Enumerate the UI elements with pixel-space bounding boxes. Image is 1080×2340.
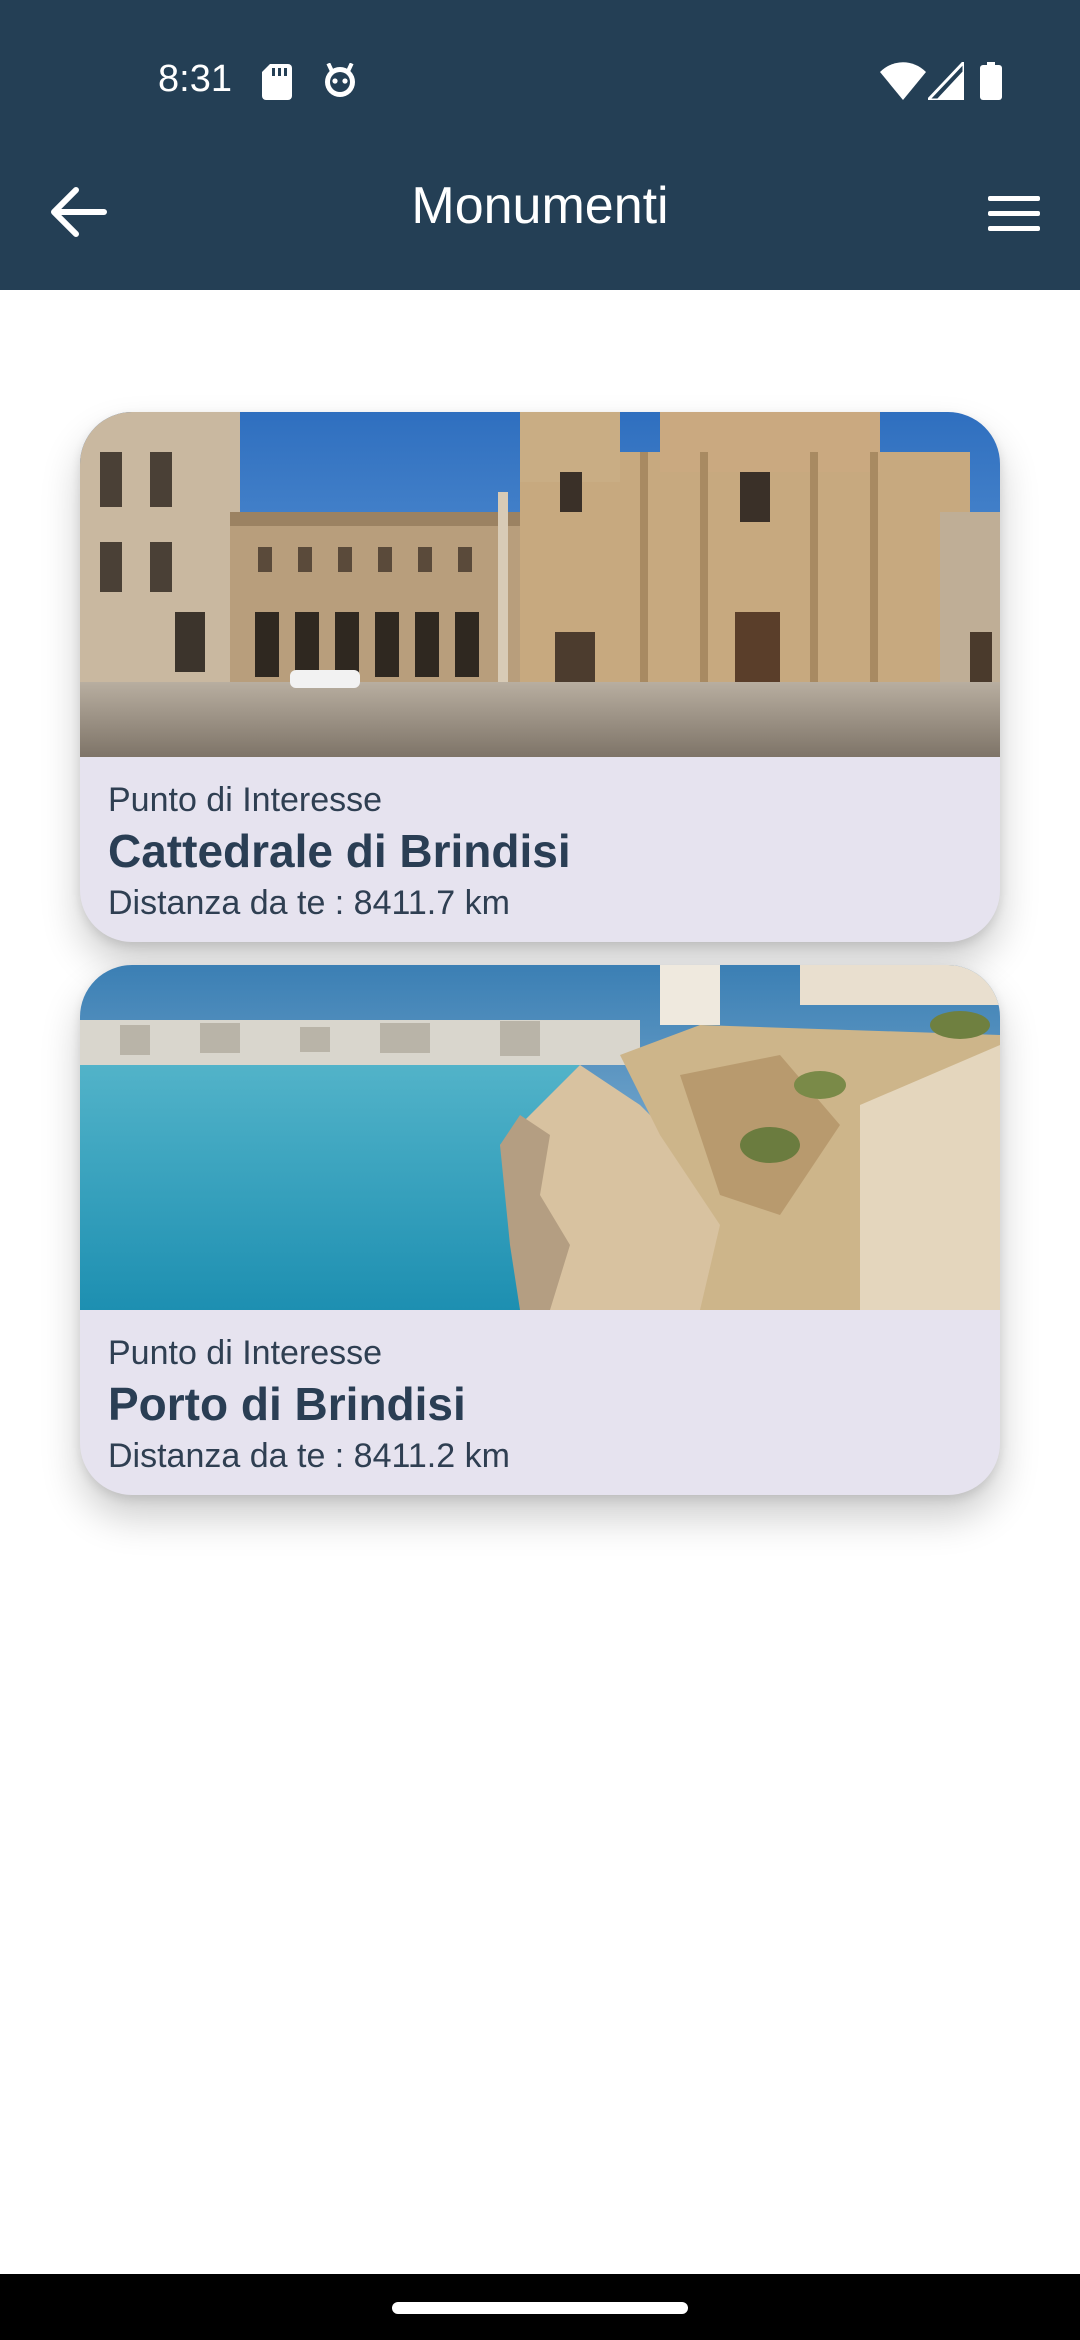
card-text: Punto di Interesse Porto di Brindisi Dis… [108,1331,978,1479]
status-time: 8:31 [158,58,232,100]
sd-card-icon [262,64,292,100]
app-header: 8:31 Monumenti [0,0,1080,290]
place-category: Punto di Interesse [108,781,383,819]
place-card-porto[interactable]: Punto di Interesse Porto di Brindisi Dis… [80,965,1000,1495]
battery-icon [980,62,1002,100]
place-name: Cattedrale di Brindisi [108,825,571,877]
wifi-icon [880,62,926,100]
place-name: Porto di Brindisi [108,1378,466,1430]
bug-icon [325,63,355,97]
port-photo [80,965,1000,1310]
hamburger-menu-icon[interactable] [988,194,1040,234]
signal-icon [928,62,964,100]
place-card-cattedrale[interactable]: Punto di Interesse Cattedrale di Brindis… [80,412,1000,942]
place-category: Punto di Interesse [108,1334,383,1372]
place-distance: Distanza da te : 8411.7 km [108,884,510,922]
page-title: Monumenti [411,177,669,235]
place-distance: Distanza da te : 8411.2 km [108,1437,510,1475]
card-text: Punto di Interesse Cattedrale di Brindis… [108,778,978,926]
cathedral-photo [80,412,1000,757]
home-indicator[interactable] [392,2302,688,2314]
